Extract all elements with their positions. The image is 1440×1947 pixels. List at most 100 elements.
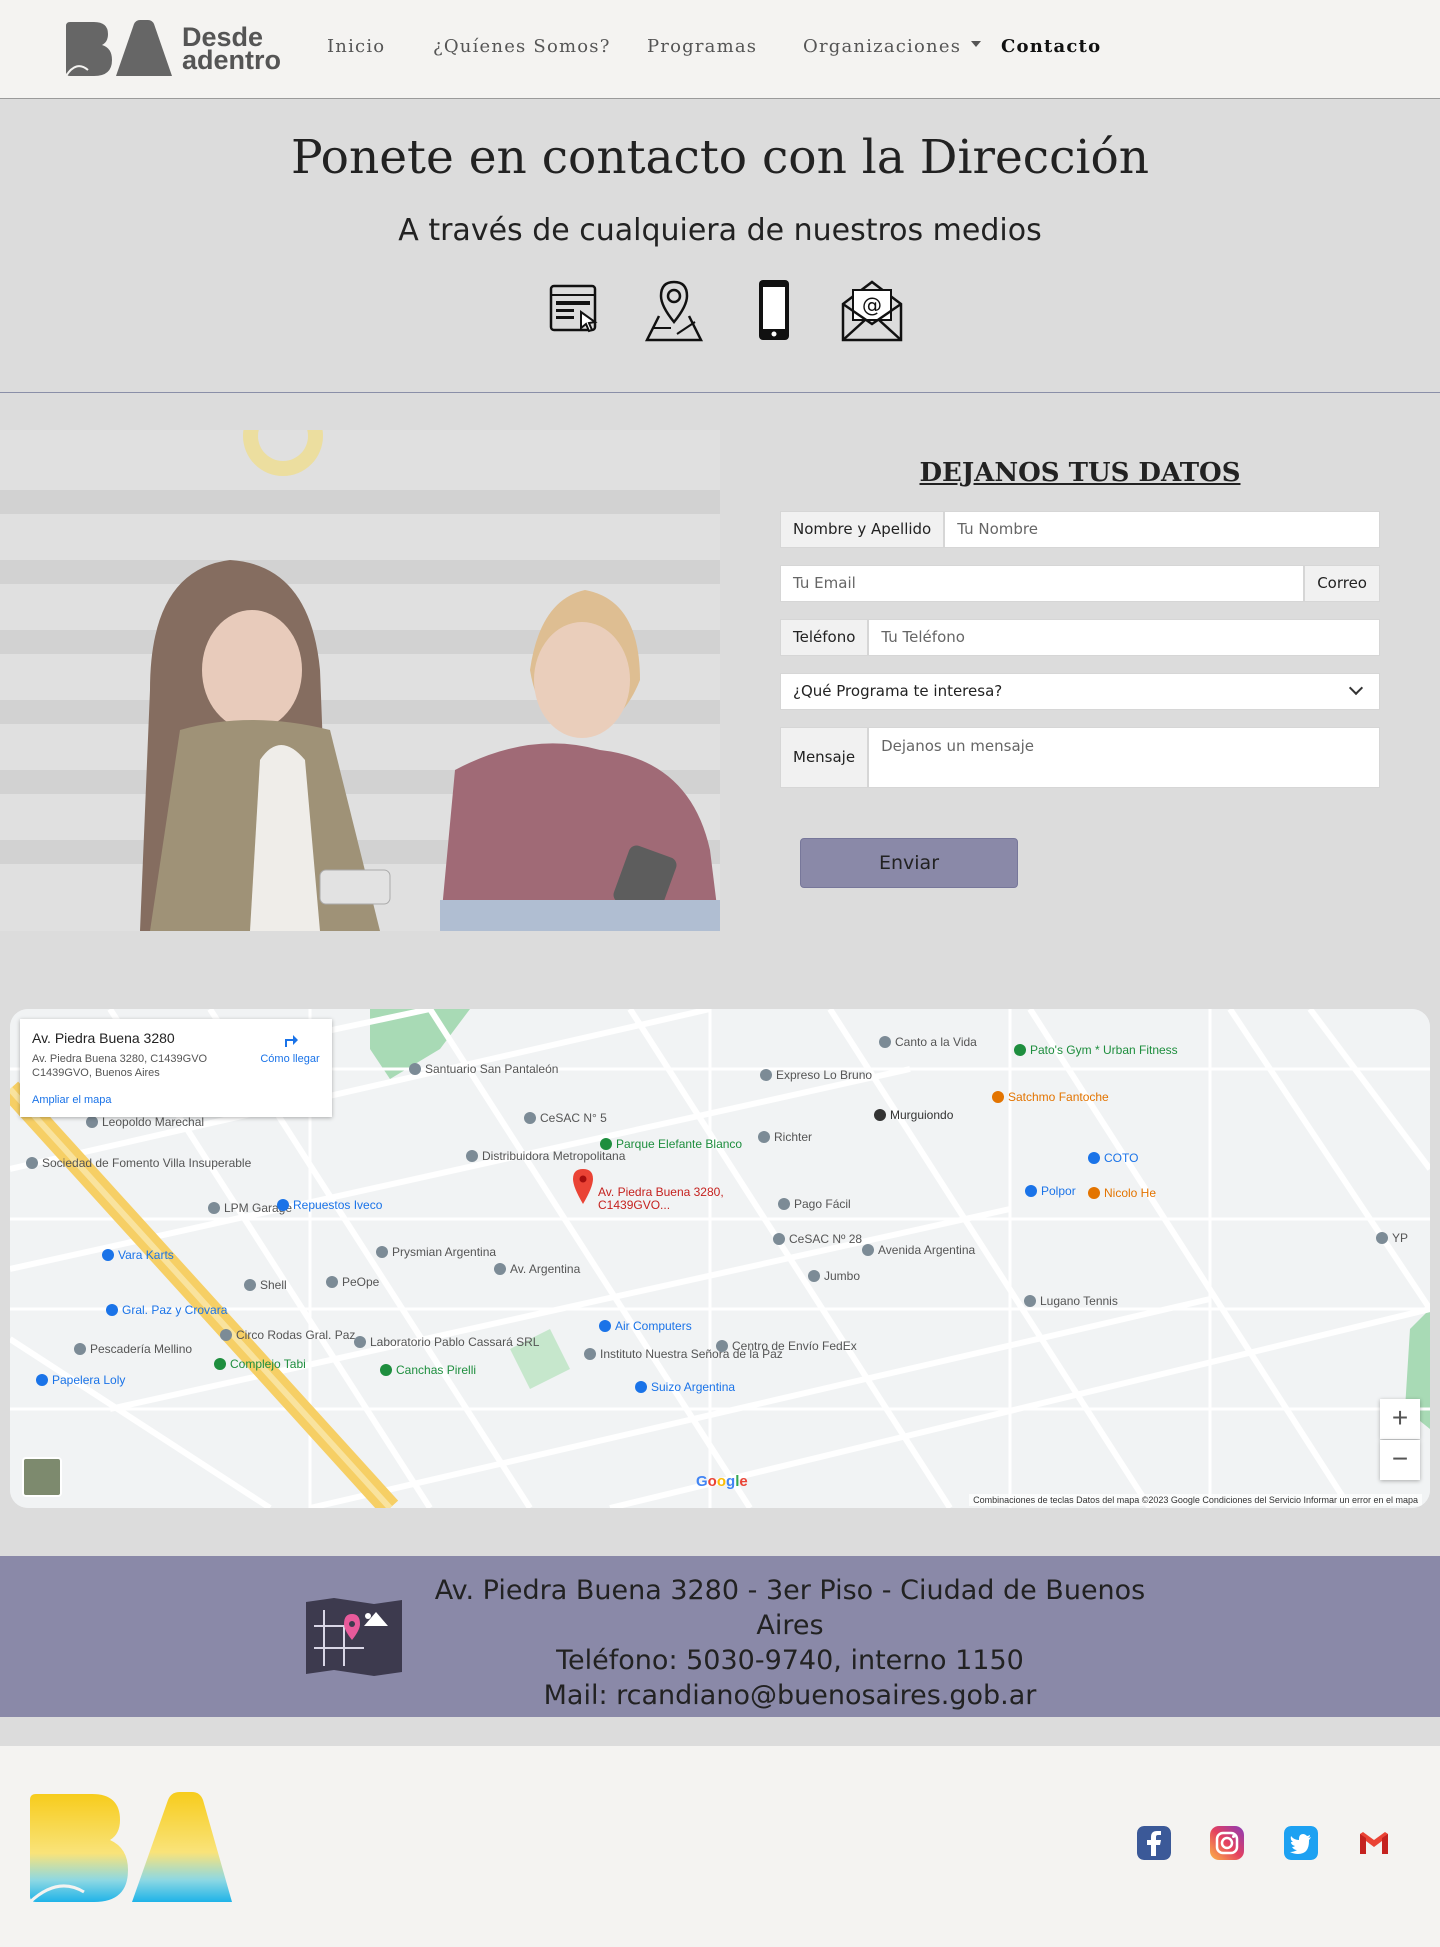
submit-button[interactable]: Enviar [800,838,1018,888]
directions-link[interactable]: Cómo llegar [250,1031,330,1065]
satellite-view-toggle[interactable] [22,1457,62,1497]
map-poi-marker-icon[interactable] [716,1340,728,1352]
twitter-icon[interactable] [1284,1826,1318,1860]
map-poi-label[interactable]: Laboratorio Pablo Cassará SRL [370,1335,540,1349]
email-envelope-icon[interactable]: @ [839,278,905,344]
map-poi-marker-icon[interactable] [862,1244,874,1256]
instagram-icon[interactable] [1210,1826,1244,1860]
program-select[interactable]: ¿Qué Programa te interesa? [780,673,1380,710]
phone-input[interactable]: Tu Teléfono [868,619,1380,656]
map-poi-marker-icon[interactable] [524,1112,536,1124]
map-poi-marker-icon[interactable] [808,1270,820,1282]
map-poi-label[interactable]: Avenida Argentina [878,1243,976,1257]
nav-programas[interactable]: Programas [647,36,803,57]
map-poi-label[interactable]: Satchmo Fantoche [1008,1090,1109,1104]
map-poi-label[interactable]: YP [1392,1231,1408,1245]
map-poi-marker-icon[interactable] [1025,1185,1037,1197]
map-poi-label[interactable]: Pescadería Mellino [90,1342,192,1356]
map-poi-marker-icon[interactable] [409,1063,421,1075]
map-poi-marker-icon[interactable] [220,1329,232,1341]
map-poi-label[interactable]: Repuestos Iveco [293,1198,383,1212]
map-poi-label[interactable]: Expreso Lo Bruno [776,1068,872,1082]
location-map-icon[interactable] [641,278,707,344]
map-poi-label[interactable]: COTO [1104,1151,1138,1165]
gmail-icon[interactable] [1357,1826,1391,1860]
map-poi-label[interactable]: Suizo Argentina [651,1380,735,1394]
map-poi-marker-icon[interactable] [758,1131,770,1143]
info-mail[interactable]: Mail: rcandiano@buenosaires.gob.ar [420,1678,1160,1713]
map-poi-label[interactable]: Vara Karts [118,1248,174,1262]
map-poi-marker-icon[interactable] [760,1069,772,1081]
map-poi-label[interactable]: Lugano Tennis [1040,1294,1118,1308]
map-poi-label[interactable]: Pato's Gym * Urban Fitness [1030,1043,1178,1057]
map-poi-marker-icon[interactable] [874,1109,886,1121]
map-poi-marker-icon[interactable] [326,1276,338,1288]
map-poi-label[interactable]: Parque Elefante Blanco [616,1137,742,1151]
map-poi-label[interactable]: Canchas Pirelli [396,1363,476,1377]
google-map[interactable]: Av. Piedra Buena 3280, C1439GVO... Santu… [10,1009,1430,1508]
map-poi-marker-icon[interactable] [1088,1187,1100,1199]
map-poi-label[interactable]: Sociedad de Fomento Villa Insuperable [42,1156,252,1170]
ba-footer-logo[interactable] [28,1792,232,1904]
nav-quienes-somos[interactable]: ¿Quíenes Somos? [433,36,647,57]
map-poi-label[interactable]: Santuario San Pantaleón [425,1062,558,1076]
message-textarea[interactable]: Dejanos un mensaje [868,727,1380,788]
map-poi-marker-icon[interactable] [584,1348,596,1360]
map-poi-marker-icon[interactable] [635,1381,647,1393]
map-poi-label[interactable]: Circo Rodas Gral. Paz [236,1328,355,1342]
map-poi-marker-icon[interactable] [466,1150,478,1162]
nav-contacto[interactable]: Contacto [1001,36,1101,57]
map-poi-marker-icon[interactable] [106,1304,118,1316]
nav-inicio[interactable]: Inicio [327,36,433,57]
map-poi-marker-icon[interactable] [36,1374,48,1386]
map-poi-marker-icon[interactable] [778,1198,790,1210]
website-icon[interactable] [545,278,611,344]
map-poi-marker-icon[interactable] [599,1320,611,1332]
map-poi-marker-icon[interactable] [494,1263,506,1275]
mobile-phone-icon[interactable] [741,278,807,344]
map-poi-marker-icon[interactable] [1088,1152,1100,1164]
map-poi-marker-icon[interactable] [1376,1232,1388,1244]
name-input[interactable]: Tu Nombre [944,511,1380,548]
map-poi-label[interactable]: Pago Fácil [794,1197,851,1211]
map-poi-marker-icon[interactable] [773,1233,785,1245]
map-poi-label[interactable]: Nicolo He [1104,1186,1156,1200]
map-poi-label[interactable]: Canto a la Vida [895,1035,977,1049]
map-attribution[interactable]: Combinaciones de teclas Datos del mapa ©… [969,1494,1422,1506]
map-poi-label[interactable]: Distribuidora Metropolitana [482,1149,626,1163]
map-poi-label[interactable]: Richter [774,1130,812,1144]
zoom-out-button[interactable]: − [1380,1440,1420,1480]
map-poi-marker-icon[interactable] [277,1199,289,1211]
zoom-in-button[interactable]: + [1380,1399,1420,1439]
map-poi-label[interactable]: PeOpe [342,1275,380,1289]
map-poi-marker-icon[interactable] [1024,1295,1036,1307]
map-poi-marker-icon[interactable] [244,1279,256,1291]
map-poi-label[interactable]: CeSAC N° 5 [540,1111,607,1125]
map-poi-label[interactable]: Gral. Paz y Crovara [122,1303,228,1317]
facebook-icon[interactable] [1137,1826,1171,1860]
map-poi-marker-icon[interactable] [992,1091,1004,1103]
enlarge-map-link[interactable]: Ampliar el mapa [32,1094,111,1106]
map-poi-label[interactable]: Av. Argentina [510,1262,581,1276]
map-poi-marker-icon[interactable] [208,1202,220,1214]
map-poi-marker-icon[interactable] [380,1364,392,1376]
map-poi-label[interactable]: Complejo Tabi [230,1357,306,1371]
map-poi-label[interactable]: Centro de Envío FedEx [732,1339,857,1353]
map-poi-marker-icon[interactable] [879,1036,891,1048]
map-poi-marker-icon[interactable] [376,1246,388,1258]
email-input[interactable]: Tu Email [780,565,1305,602]
map-poi-label[interactable]: Air Computers [615,1319,692,1333]
map-poi-label[interactable]: Polpor [1041,1184,1076,1198]
map-poi-label[interactable]: Jumbo [824,1269,860,1283]
map-poi-marker-icon[interactable] [102,1249,114,1261]
map-poi-marker-icon[interactable] [74,1343,86,1355]
map-poi-label[interactable]: Prysmian Argentina [392,1245,496,1259]
map-poi-marker-icon[interactable] [354,1336,366,1348]
nav-organizaciones-dropdown[interactable]: Organizaciones [803,36,1001,57]
map-poi-marker-icon[interactable] [1014,1044,1026,1056]
map-poi-label[interactable]: CeSAC Nº 28 [789,1232,862,1246]
map-poi-label[interactable]: Murguiondo [890,1108,954,1122]
brand-logo[interactable]: Desde adentro [64,20,284,78]
map-poi-label[interactable]: Leopoldo Marechal [102,1115,204,1129]
map-poi-marker-icon[interactable] [26,1157,38,1169]
